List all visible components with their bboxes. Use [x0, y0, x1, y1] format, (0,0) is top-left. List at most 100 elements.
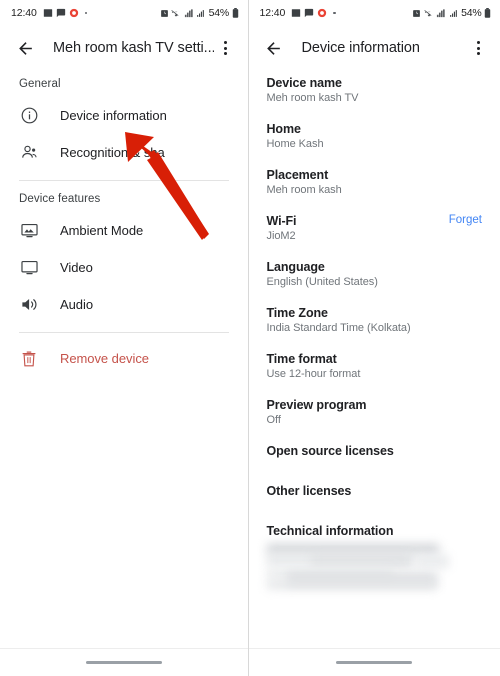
gesture-nav-bar-right — [248, 648, 500, 676]
info-row-technical-information[interactable]: Technical information — [249, 524, 500, 590]
forget-wifi-button[interactable]: Forget — [449, 214, 482, 226]
info-value: Off — [266, 414, 281, 426]
section-header-general: General — [19, 78, 61, 90]
alarm-icon — [413, 9, 420, 17]
redacted-technical-details — [266, 544, 449, 590]
dot-indicator-icon — [84, 11, 88, 15]
info-row-other-licenses[interactable]: Other licenses — [249, 484, 500, 498]
overflow-dot — [476, 46, 480, 50]
sidebar-item-device-information[interactable]: Device information — [0, 97, 248, 134]
status-system-icons: 54% — [412, 7, 491, 19]
overflow-dot — [224, 41, 227, 44]
sidebar-item-audio[interactable]: Audio — [0, 286, 248, 323]
overflow-dot — [224, 52, 227, 55]
wifi-off-icon — [171, 9, 179, 17]
battery-icon — [232, 8, 238, 18]
info-row-wifi[interactable]: Wi-Fi JioM2 Forget — [249, 214, 500, 242]
video-icon — [19, 258, 39, 278]
status-clock: 12:40 — [259, 7, 286, 19]
trash-icon — [19, 349, 39, 369]
info-row-placement[interactable]: Placement Meh room kash — [249, 168, 500, 196]
app-bar-right: Device information — [249, 26, 500, 70]
dual-screenshot-composite: 12:40 54% Meh room kash TV setti... Gene… — [0, 0, 500, 676]
audio-icon — [19, 295, 39, 315]
status-system-icons: 54% — [160, 7, 239, 19]
sidebar-item-label: Device information — [60, 108, 167, 123]
overflow-dot — [476, 52, 480, 55]
overflow-dot — [224, 46, 227, 50]
message-icon — [56, 8, 65, 18]
record-icon — [69, 8, 78, 18]
info-value: JioM2 — [266, 230, 296, 242]
mobile-data-icon — [436, 8, 445, 17]
overflow-dot — [476, 41, 480, 44]
message-icon — [305, 8, 314, 18]
info-title: Preview program — [266, 398, 367, 412]
page-title: Device information — [301, 40, 420, 56]
status-notification-icons — [43, 8, 88, 18]
left-phone-screen: 12:40 54% Meh room kash TV setti... Gene… — [0, 0, 248, 676]
info-circle-icon — [19, 106, 39, 126]
info-title: Open source licenses — [266, 444, 394, 458]
info-row-open-source-licenses[interactable]: Open source licenses — [249, 444, 500, 458]
info-title: Language — [266, 260, 325, 274]
info-title: Time format — [266, 352, 337, 366]
sidebar-item-label: Audio — [60, 297, 93, 312]
battery-percent-label: 54% — [461, 7, 482, 19]
record-icon — [318, 8, 327, 18]
info-title: Other licenses — [266, 484, 352, 498]
gesture-nav-pill[interactable] — [85, 660, 162, 665]
sidebar-item-label: Ambient Mode — [60, 223, 144, 238]
gesture-nav-pill[interactable] — [336, 660, 413, 665]
remove-device-button[interactable]: Remove device — [0, 340, 248, 377]
status-bar-right: 12:40 54% — [249, 0, 500, 26]
photos-icon — [292, 9, 301, 17]
info-title: Placement — [266, 168, 329, 182]
sidebar-item-label: Recognition & sha — [60, 145, 165, 160]
sidebar-item-ambient-mode[interactable]: Ambient Mode — [0, 212, 248, 249]
alarm-icon — [160, 9, 168, 17]
people-icon — [19, 143, 39, 163]
device-info-list: Device name Meh room kash TV Home Home K… — [249, 70, 500, 590]
photos-icon — [43, 9, 52, 17]
page-title: Meh room kash TV setti... — [53, 40, 214, 56]
status-clock: 12:40 — [11, 7, 37, 19]
wifi-off-icon — [424, 9, 431, 17]
sidebar-item-video[interactable]: Video — [0, 249, 248, 286]
battery-icon — [484, 8, 491, 18]
remove-device-label: Remove device — [60, 351, 149, 366]
info-value: Meh room kash TV — [266, 92, 359, 104]
info-row-home[interactable]: Home Home Kash — [249, 122, 500, 150]
info-title: Home — [266, 122, 301, 136]
info-value: Meh room kash — [266, 184, 342, 196]
app-bar-left: Meh room kash TV setti... — [0, 26, 248, 70]
dot-indicator-icon — [333, 11, 336, 15]
info-row-time-zone[interactable]: Time Zone India Standard Time (Kolkata) — [249, 306, 500, 334]
back-arrow-icon[interactable] — [261, 35, 287, 61]
signal-bars-icon — [449, 9, 457, 17]
right-phone-screen: 12:40 54% Device information Device name… — [248, 0, 500, 676]
status-bar-left: 12:40 54% — [0, 0, 248, 26]
gesture-nav-bar-left — [0, 648, 248, 676]
sidebar-item-label: Video — [60, 260, 93, 275]
mobile-data-icon — [184, 8, 193, 17]
info-row-time-format[interactable]: Time format Use 12-hour format — [249, 352, 500, 380]
section-header-device-features: Device features — [19, 193, 101, 205]
info-value: English (United States) — [266, 276, 378, 288]
info-row-language[interactable]: Language English (United States) — [249, 260, 500, 288]
ambient-mode-icon — [19, 221, 39, 241]
info-title: Device name — [266, 76, 342, 90]
status-notification-icons — [291, 8, 336, 18]
battery-percent-label: 54% — [208, 7, 230, 19]
info-title: Technical information — [266, 524, 394, 538]
info-row-device-name[interactable]: Device name Meh room kash TV — [249, 76, 500, 104]
info-value: India Standard Time (Kolkata) — [266, 322, 411, 334]
overflow-menu-icon[interactable] — [214, 35, 238, 61]
sidebar-item-recognition-sharing[interactable]: Recognition & sha — [0, 134, 248, 171]
info-title: Time Zone — [266, 306, 328, 320]
info-value: Home Kash — [266, 138, 324, 150]
back-arrow-icon[interactable] — [12, 35, 38, 61]
overflow-menu-icon[interactable] — [466, 35, 490, 61]
info-row-preview-program[interactable]: Preview program Off — [249, 398, 500, 426]
signal-bars-icon — [197, 9, 204, 17]
